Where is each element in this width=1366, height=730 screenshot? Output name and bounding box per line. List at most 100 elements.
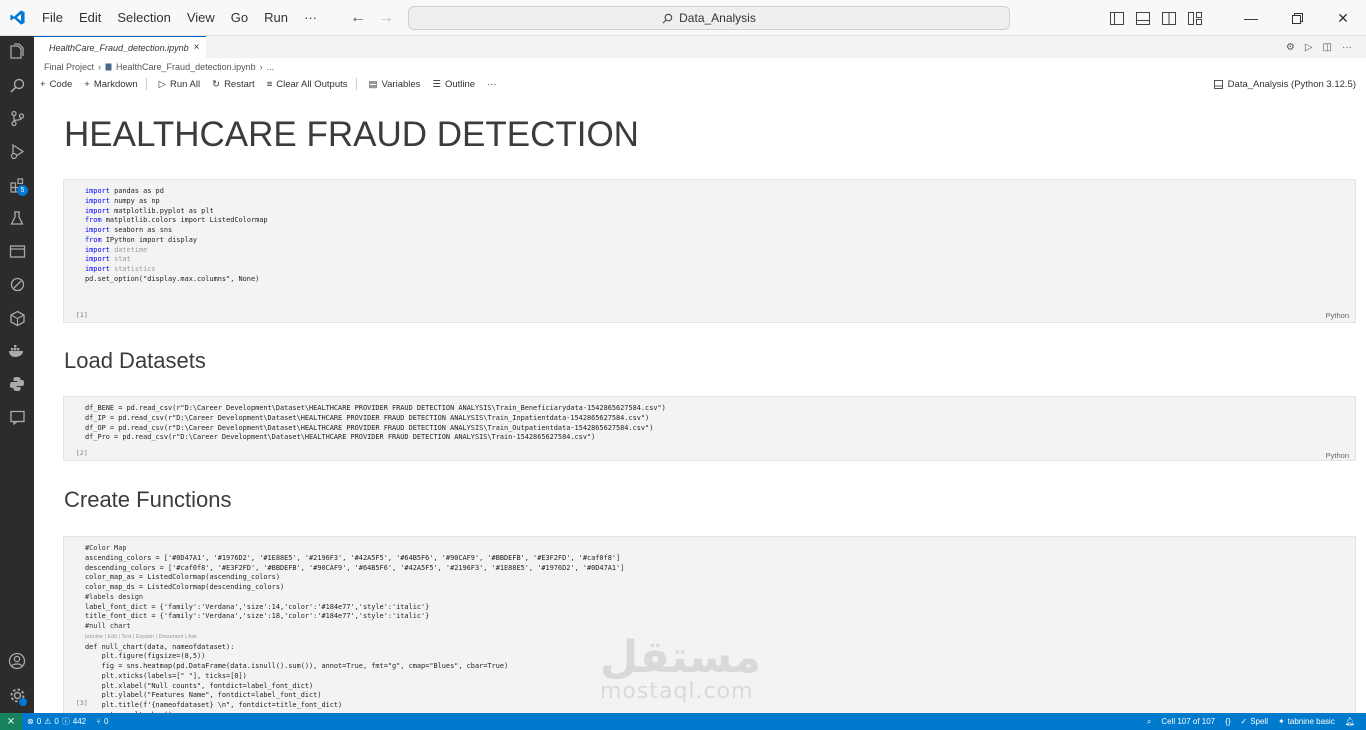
docker-icon[interactable]	[0, 335, 34, 367]
search-sidebar-icon[interactable]	[0, 69, 34, 101]
source-control-icon[interactable]	[0, 102, 34, 134]
menu-view[interactable]: View	[179, 0, 223, 36]
code-line: IPython import display	[105, 235, 198, 244]
menu-go[interactable]: Go	[223, 0, 256, 36]
toggle-panel-icon[interactable]	[1130, 0, 1156, 36]
menu-bar: File Edit Selection View Go Run ···	[34, 0, 325, 36]
explorer-icon[interactable]	[0, 36, 34, 68]
zoom-search-icon[interactable]: ⌕	[1142, 717, 1156, 727]
clear-outputs-button[interactable]: ≡ Clear All Outputs	[267, 79, 348, 90]
remote-explorer-icon[interactable]	[0, 235, 34, 267]
jupyter-icon[interactable]	[0, 302, 34, 334]
tab-notebook[interactable]: HealthCare_Fraud_detection.ipynb ×	[34, 36, 206, 58]
command-center-search[interactable]: Data_Analysis	[408, 6, 1010, 30]
code-line: def null_chart(data, nameofdataset):	[85, 642, 235, 651]
customize-layout-icon[interactable]	[1182, 0, 1208, 36]
forward-arrow-icon[interactable]: →	[378, 9, 394, 27]
run-all-button[interactable]: ▷ Run All	[159, 79, 200, 90]
problems-indicator[interactable]: ⊗ 0 ⚠ 0 ⓘ 442	[22, 716, 91, 727]
python-icon[interactable]	[0, 368, 34, 400]
split-editor-icon[interactable]: ◫	[1323, 42, 1332, 53]
info-count: 442	[72, 717, 87, 726]
outline-button[interactable]: ☰ Outline	[432, 79, 475, 90]
extensions-icon[interactable]: 5	[0, 169, 34, 201]
run-debug-icon[interactable]	[0, 135, 34, 167]
toolbar-more-button[interactable]: ···	[487, 79, 497, 90]
kernel-picker[interactable]: Data_Analysis (Python 3.12.5)	[1213, 75, 1356, 93]
add-markdown-button[interactable]: + Markdown	[84, 79, 137, 90]
watermark-latin: mostaql.com	[600, 679, 754, 704]
editor-actions: ⚙ ▷ ◫ ···	[1286, 36, 1352, 58]
breadcrumb-more[interactable]: ...	[267, 62, 275, 72]
title-bar-controls: — ✕	[1104, 0, 1366, 36]
toggle-secondary-sidebar-icon[interactable]	[1156, 0, 1182, 36]
testing-icon[interactable]	[0, 202, 34, 234]
menu-more[interactable]: ···	[296, 0, 325, 36]
variables-label: Variables	[381, 78, 421, 90]
run-all-icon: ▷	[158, 78, 166, 90]
code-line: df_IP = pd.read_csv(r"D:\Career Developm…	[85, 413, 650, 422]
notebook-toolbar: + Code + Markdown ▷ Run All ↻ Restart ≡ Clear…	[34, 75, 1366, 93]
cell-2-code[interactable]: df_BENE = pd.read_csv(r"D:\Career Develo…	[85, 404, 666, 443]
extensions-badge: 5	[17, 185, 28, 196]
tab-close-icon[interactable]: ×	[194, 42, 200, 53]
status-bar: ⨯ ⊗ 0 ⚠ 0 ⓘ 442 ⑂ 0 ⌕ Cell 107 of 107 {} ✓ Sp…	[0, 713, 1366, 730]
notebook-braces-icon[interactable]: {}	[1220, 717, 1235, 726]
breadcrumb-folder[interactable]: Final Project	[44, 62, 94, 72]
clear-all-icon: ≡	[266, 78, 273, 90]
code-line: datetime	[114, 245, 148, 254]
spell-indicator[interactable]: ✓ Spell	[1235, 717, 1273, 726]
run-notebook-play-icon[interactable]: ▷	[1305, 42, 1313, 53]
cell-1-execution-count: [1]	[76, 311, 88, 319]
code-cell-1[interactable]: import pandas as pd import numpy as np i…	[63, 179, 1356, 323]
notebook-settings-gear-icon[interactable]: ⚙	[1286, 42, 1295, 53]
tabnine-indicator[interactable]: ✦ tabnine basic	[1273, 717, 1340, 726]
breadcrumb-file[interactable]: HealthCare_Fraud_detection.ipynb	[116, 62, 256, 72]
manage-gear-icon[interactable]	[0, 679, 34, 711]
variables-button[interactable]: ▤ Variables	[369, 79, 421, 90]
restore-button[interactable]	[1274, 0, 1320, 36]
add-code-label: Code	[49, 78, 73, 90]
breadcrumb: Final Project › HealthCare_Fraud_detecti…	[44, 60, 274, 74]
spell-label: Spell	[1250, 717, 1268, 726]
code-cell-2[interactable]: df_BENE = pd.read_csv(r"D:\Career Develo…	[63, 396, 1356, 461]
notifications-bell-icon[interactable]: 🔔︎	[1340, 717, 1360, 726]
minimize-button[interactable]: —	[1228, 0, 1274, 36]
code-line: plt.xticks(labels=[" "], ticks=[0])	[85, 671, 247, 680]
close-window-button[interactable]: ✕	[1320, 0, 1366, 36]
remote-indicator-icon[interactable]: ⨯	[0, 713, 22, 730]
menu-file[interactable]: File	[34, 0, 71, 36]
code-line: plt.xlabel("Null counts", fontdict=label…	[85, 681, 314, 690]
restart-button[interactable]: ↻ Restart	[212, 79, 255, 90]
ports-indicator[interactable]: ⑂ 0	[91, 717, 113, 726]
menu-run[interactable]: Run	[256, 0, 296, 36]
back-arrow-icon[interactable]: ←	[350, 9, 366, 27]
cell-position[interactable]: Cell 107 of 107	[1156, 717, 1220, 726]
code-line: color_map_as = ListedColormap(ascending_…	[85, 573, 280, 582]
code-line: seaborn as sns	[114, 226, 173, 234]
accounts-icon[interactable]	[0, 645, 34, 677]
cell-1-language[interactable]: Python	[1326, 311, 1349, 320]
error-count: 0	[36, 717, 42, 726]
cell-3-code[interactable]: #Color Map ascending_colors = ['#0D47A1'…	[85, 544, 624, 713]
code-line: plt.figure(figsize=(8,5))	[85, 652, 206, 661]
chat-icon[interactable]	[0, 401, 34, 433]
code-line: #null chart	[85, 622, 131, 630]
heading-load-datasets: Load Datasets	[64, 348, 206, 373]
cell-2-language[interactable]: Python	[1326, 451, 1349, 460]
cell-1-code[interactable]: import pandas as pd import numpy as np i…	[85, 187, 268, 285]
search-icon	[662, 13, 673, 23]
menu-edit[interactable]: Edit	[71, 0, 109, 36]
plus-icon: +	[40, 78, 46, 90]
more-actions-icon[interactable]: ···	[1342, 42, 1352, 53]
toolbar-divider	[145, 78, 147, 90]
activity-bar: 5	[0, 36, 34, 713]
ports-count: 0	[103, 717, 109, 726]
watermark-arabic: مستقل	[600, 632, 761, 683]
toggle-primary-sidebar-icon[interactable]	[1104, 0, 1130, 36]
code-line: statistics	[114, 265, 156, 273]
menu-selection[interactable]: Selection	[109, 0, 178, 36]
add-code-button[interactable]: + Code	[40, 79, 72, 90]
gitlens-icon[interactable]	[0, 268, 34, 300]
tabnine-codelens[interactable]: tabnine | Edit | Test | Explain | Docume…	[85, 634, 197, 640]
